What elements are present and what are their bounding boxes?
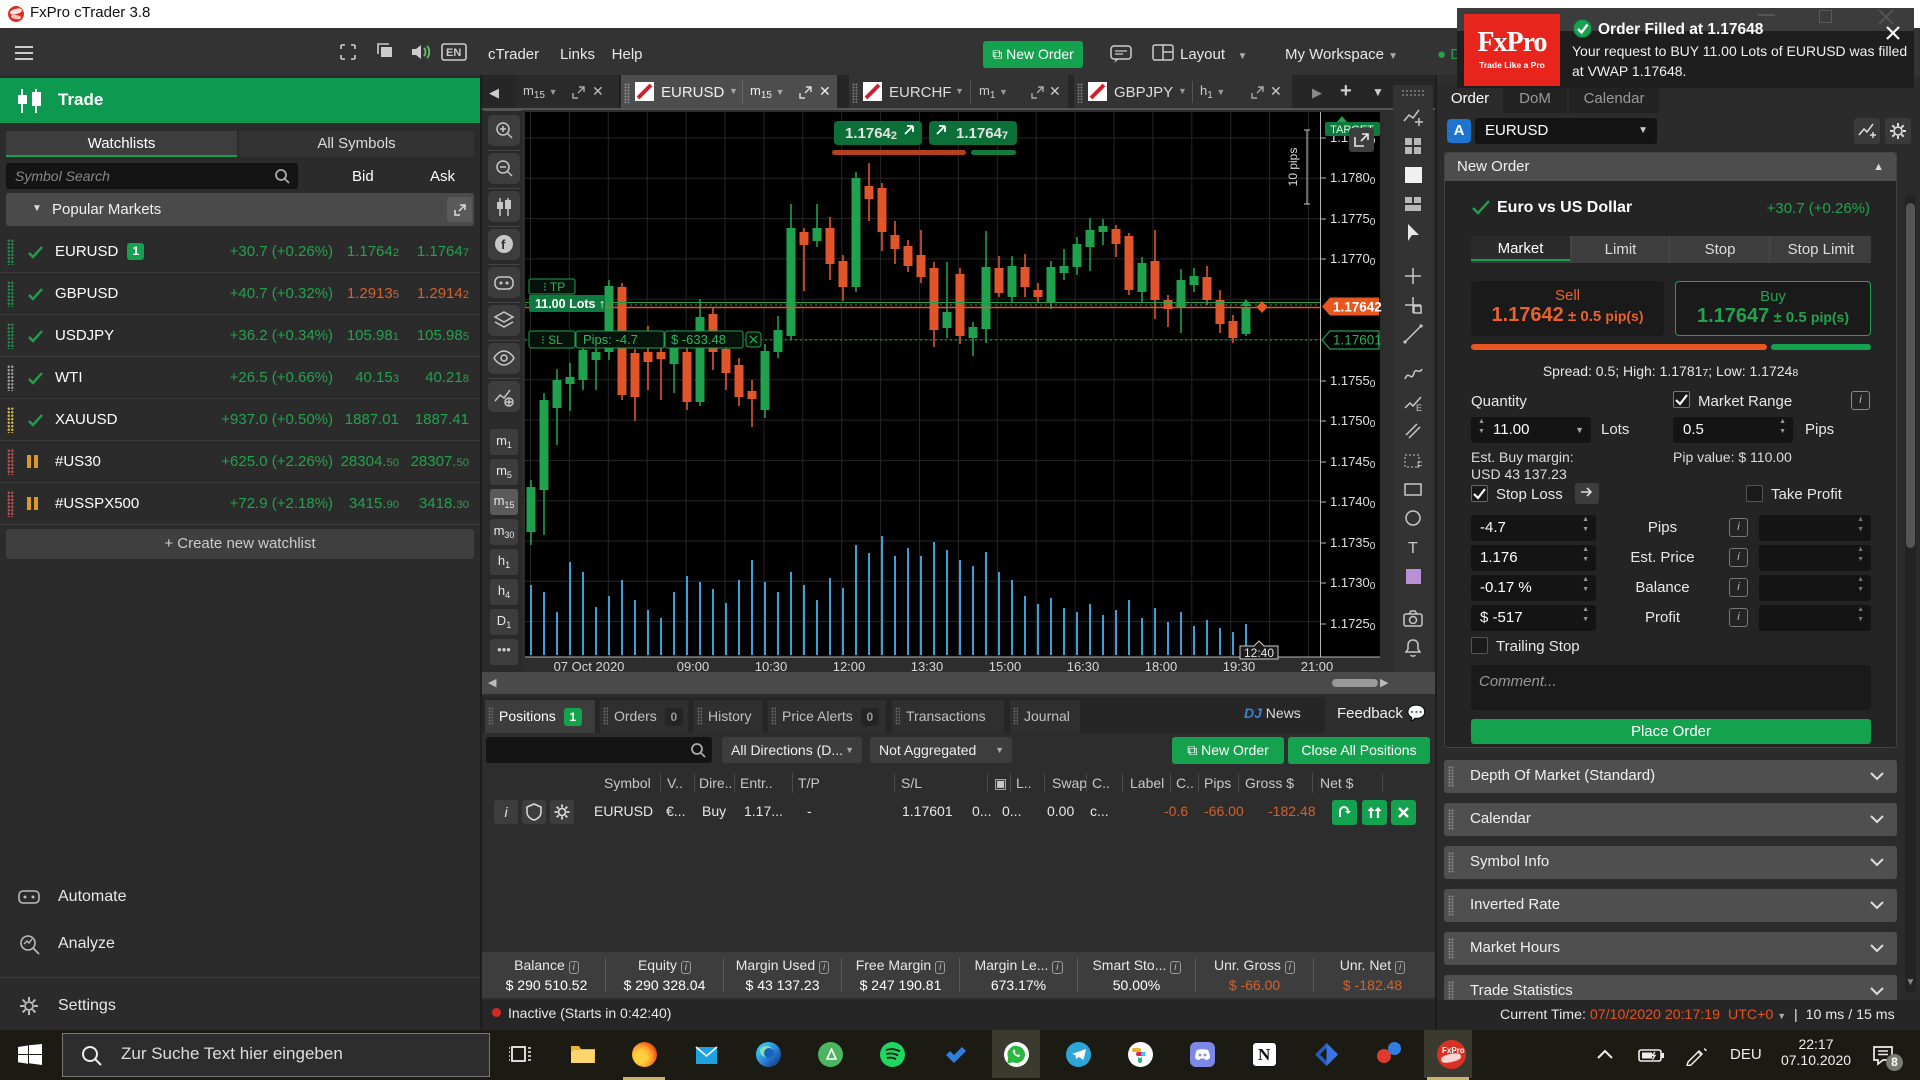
svg-text:1.17400: 1.17400 (1330, 494, 1376, 511)
svg-text:1.17500: 1.17500 (1330, 413, 1376, 430)
svg-text:F: F (1417, 460, 1423, 470)
svg-text:1.17642: 1.17642 (845, 125, 897, 142)
svg-text:⁝ SL: ⁝ SL (541, 333, 563, 347)
svg-text:1.17750: 1.17750 (1330, 211, 1376, 228)
svg-text:10 pips: 10 pips (1286, 148, 1300, 187)
svg-text:1.17700: 1.17700 (1330, 251, 1376, 268)
svg-text:1.17642: 1.17642 (1333, 300, 1382, 315)
svg-text:EN: EN (446, 47, 461, 59)
svg-text:$ -633.48: $ -633.48 (671, 332, 726, 347)
svg-text:Pips: -4.7: Pips: -4.7 (583, 332, 638, 347)
svg-text:1.17300: 1.17300 (1330, 575, 1376, 592)
svg-text:T: T (1408, 540, 1418, 557)
svg-text:1.17800: 1.17800 (1330, 170, 1376, 187)
svg-text:1.17647: 1.17647 (956, 125, 1008, 142)
svg-text:1.17550: 1.17550 (1330, 373, 1376, 390)
svg-text:1.17250: 1.17250 (1330, 616, 1376, 633)
svg-text:1.17601: 1.17601 (1333, 333, 1382, 348)
svg-text:⁝ TP: ⁝ TP (543, 280, 565, 294)
svg-text:1.17350: 1.17350 (1330, 535, 1376, 552)
svg-text:12:40: 12:40 (1244, 646, 1274, 660)
svg-text:f: f (501, 237, 506, 252)
svg-text:1.17450: 1.17450 (1330, 454, 1376, 471)
svg-text:E: E (1416, 403, 1422, 413)
svg-text:11.00 Lots ↑: 11.00 Lots ↑ (535, 297, 605, 311)
